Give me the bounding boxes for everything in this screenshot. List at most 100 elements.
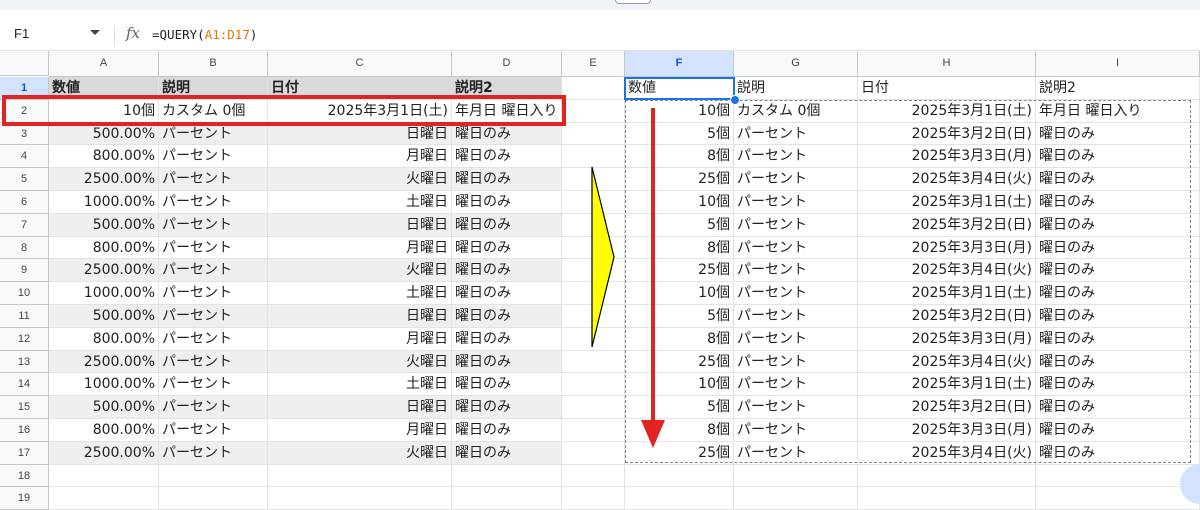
left-table-cell[interactable]: 曜日のみ: [452, 236, 562, 260]
left-table-cell[interactable]: 曜日のみ: [452, 168, 562, 191]
row-header-11[interactable]: 11: [0, 305, 49, 328]
left-table-cell[interactable]: 800.00%: [49, 145, 159, 169]
left-table-cell[interactable]: 2500.00%: [49, 168, 159, 191]
left-table-cell[interactable]: 月曜日: [268, 419, 452, 442]
grid-cell[interactable]: [562, 122, 625, 146]
grid-cell[interactable]: [734, 464, 858, 488]
left-table-cell[interactable]: 曜日のみ: [452, 305, 562, 328]
left-table-cell[interactable]: 土曜日: [268, 373, 452, 397]
grid-cell[interactable]: [159, 464, 268, 488]
left-table-cell[interactable]: 800.00%: [49, 236, 159, 260]
row-header-5[interactable]: 5: [0, 168, 49, 191]
row-header-10[interactable]: 10: [0, 282, 49, 305]
left-table-cell[interactable]: 日曜日: [268, 396, 452, 419]
grid-cell[interactable]: [625, 464, 734, 488]
left-table-cell[interactable]: 曜日のみ: [452, 327, 562, 351]
left-table-cell[interactable]: 500.00%: [49, 122, 159, 146]
formula-input[interactable]: =QUERY(A1:D17): [152, 27, 257, 42]
row-header-3[interactable]: 3: [0, 122, 49, 146]
left-table-cell[interactable]: パーセント: [159, 145, 268, 169]
left-table-cell[interactable]: パーセント: [159, 373, 268, 397]
grid-cell[interactable]: [734, 487, 858, 510]
left-table-cell[interactable]: 土曜日: [268, 282, 452, 305]
left-table-cell[interactable]: 2500.00%: [49, 441, 159, 465]
grid-cell[interactable]: [562, 350, 625, 374]
left-table-cell[interactable]: 土曜日: [268, 191, 452, 214]
grid-cell[interactable]: [159, 487, 268, 510]
grid-cell[interactable]: [49, 464, 159, 488]
row-header-15[interactable]: 15: [0, 396, 49, 419]
grid-cell[interactable]: [452, 487, 562, 510]
grid-cell[interactable]: [562, 396, 625, 419]
grid-cell[interactable]: [858, 487, 1036, 510]
right-table-header[interactable]: 説明: [734, 77, 858, 100]
row-header-4[interactable]: 4: [0, 145, 49, 169]
right-table-header[interactable]: 説明2: [1036, 77, 1200, 100]
left-table-cell[interactable]: 1000.00%: [49, 282, 159, 305]
row-header-14[interactable]: 14: [0, 373, 49, 397]
left-table-cell[interactable]: 火曜日: [268, 441, 452, 465]
row-header-19[interactable]: 19: [0, 487, 49, 510]
left-table-cell[interactable]: 曜日のみ: [452, 282, 562, 305]
row-header-9[interactable]: 9: [0, 259, 49, 283]
left-table-cell[interactable]: パーセント: [159, 305, 268, 328]
left-table-cell[interactable]: 曜日のみ: [452, 441, 562, 465]
left-table-cell[interactable]: 800.00%: [49, 327, 159, 351]
grid-cell[interactable]: [268, 464, 452, 488]
left-table-cell[interactable]: 曜日のみ: [452, 419, 562, 442]
column-header-c[interactable]: C: [268, 51, 452, 77]
row-header-16[interactable]: 16: [0, 419, 49, 442]
left-table-cell[interactable]: パーセント: [159, 441, 268, 465]
left-table-cell[interactable]: 火曜日: [268, 259, 452, 283]
left-table-cell[interactable]: パーセント: [159, 396, 268, 419]
column-header-e[interactable]: E: [562, 51, 625, 77]
left-table-cell[interactable]: 曜日のみ: [452, 145, 562, 169]
grid-cell[interactable]: [452, 464, 562, 488]
column-header-i[interactable]: I: [1036, 51, 1200, 77]
left-table-cell[interactable]: 月曜日: [268, 236, 452, 260]
row-header-13[interactable]: 13: [0, 350, 49, 374]
column-header-g[interactable]: G: [734, 51, 858, 77]
left-table-cell[interactable]: 1000.00%: [49, 191, 159, 214]
column-header-f[interactable]: F: [625, 51, 734, 77]
grid-cell[interactable]: [562, 99, 625, 123]
column-header-b[interactable]: B: [159, 51, 268, 77]
row-header-18[interactable]: 18: [0, 464, 49, 488]
grid-cell[interactable]: [562, 419, 625, 442]
left-table-cell[interactable]: パーセント: [159, 282, 268, 305]
left-table-cell[interactable]: 曜日のみ: [452, 396, 562, 419]
left-table-cell[interactable]: 日曜日: [268, 213, 452, 237]
left-table-cell[interactable]: 800.00%: [49, 419, 159, 442]
left-table-cell[interactable]: 日曜日: [268, 122, 452, 146]
left-table-cell[interactable]: 500.00%: [49, 213, 159, 237]
grid-cell[interactable]: [858, 464, 1036, 488]
left-table-cell[interactable]: 曜日のみ: [452, 350, 562, 374]
grid-cell[interactable]: [625, 487, 734, 510]
left-table-cell[interactable]: 月曜日: [268, 327, 452, 351]
grid-cell[interactable]: [562, 464, 625, 488]
left-table-cell[interactable]: パーセント: [159, 350, 268, 374]
column-header-h[interactable]: H: [858, 51, 1036, 77]
left-table-cell[interactable]: 曜日のみ: [452, 213, 562, 237]
left-table-cell[interactable]: 火曜日: [268, 168, 452, 191]
left-table-cell[interactable]: 曜日のみ: [452, 373, 562, 397]
left-table-cell[interactable]: パーセント: [159, 259, 268, 283]
column-header-d[interactable]: D: [452, 51, 562, 77]
left-table-cell[interactable]: パーセント: [159, 122, 268, 146]
row-header-7[interactable]: 7: [0, 213, 49, 237]
left-table-cell[interactable]: 曜日のみ: [452, 259, 562, 283]
left-table-cell[interactable]: パーセント: [159, 327, 268, 351]
grid-cell[interactable]: [562, 77, 625, 100]
active-cell-selection[interactable]: [624, 77, 735, 100]
grid-cell[interactable]: [1036, 464, 1200, 488]
chevron-down-icon[interactable]: [90, 30, 100, 35]
left-table-cell[interactable]: 2500.00%: [49, 259, 159, 283]
left-table-cell[interactable]: パーセント: [159, 419, 268, 442]
left-table-cell[interactable]: 曜日のみ: [452, 191, 562, 214]
toolbar-tab-edge[interactable]: [615, 0, 651, 4]
left-table-cell[interactable]: 500.00%: [49, 396, 159, 419]
grid-cell[interactable]: [562, 441, 625, 465]
left-table-cell[interactable]: 500.00%: [49, 305, 159, 328]
right-table-header[interactable]: 日付: [858, 77, 1036, 100]
left-table-cell[interactable]: 1000.00%: [49, 373, 159, 397]
